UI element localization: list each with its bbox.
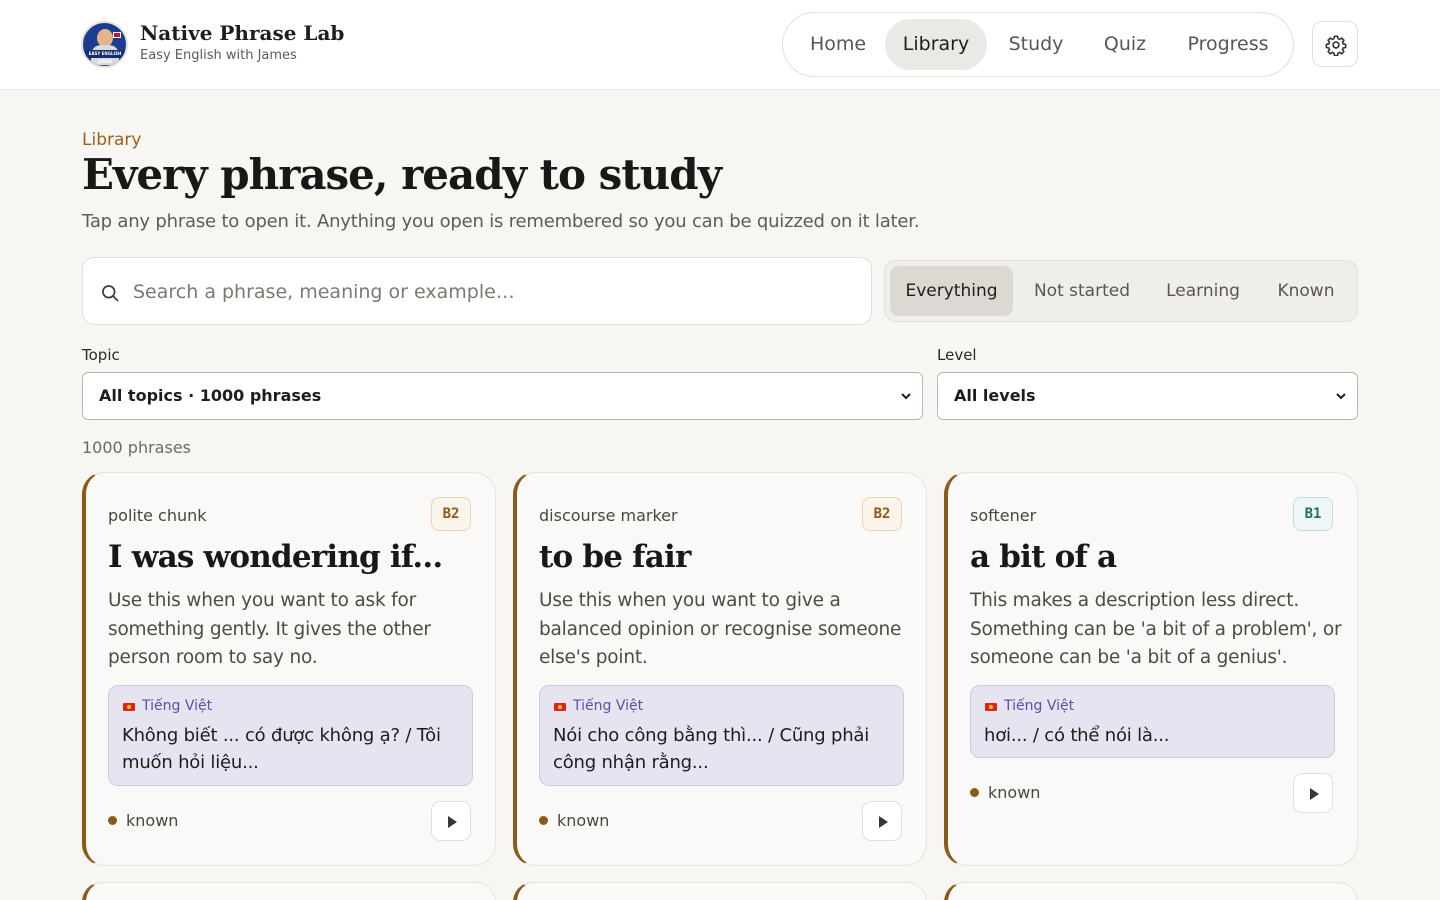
vietnamese-label: Tiếng Việt xyxy=(1004,698,1075,714)
chevron-down-icon xyxy=(1336,393,1346,400)
phrase-card[interactable]: discourse marker B2 to be fair Use this … xyxy=(513,472,927,866)
page-title: Every phrase, ready to study xyxy=(82,150,722,199)
phrase-card-partial[interactable] xyxy=(82,882,496,900)
vietnamese-translation: Tiếng Việt hơi... / có thể nói là... xyxy=(970,685,1335,758)
status-text: known xyxy=(988,783,1041,802)
phrase-kind: softener xyxy=(970,506,1037,525)
filter-learning[interactable]: Learning xyxy=(1153,266,1253,316)
nav-progress[interactable]: Progress xyxy=(1173,19,1283,70)
settings-button[interactable] xyxy=(1312,21,1358,67)
status-indicator: known xyxy=(539,811,609,830)
status-dot xyxy=(970,788,979,797)
phrase-kind: discourse marker xyxy=(539,506,678,525)
vietnamese-text: Nói cho công bằng thì... / Cũng phải côn… xyxy=(553,725,870,773)
status-text: known xyxy=(126,811,179,830)
filter-known[interactable]: Known xyxy=(1261,266,1351,316)
page-eyebrow: Library xyxy=(82,130,142,150)
phrase-description: Use this when you want to give a balance… xyxy=(539,590,902,668)
vietnamese-label: Tiếng Việt xyxy=(573,698,644,714)
level-select-value: All levels xyxy=(954,386,1036,405)
brand-subtitle: Easy English with James xyxy=(140,48,297,63)
phrase-text: to be fair xyxy=(539,539,691,575)
nav-quiz[interactable]: Quiz xyxy=(1087,19,1163,70)
vietnam-flag-icon xyxy=(123,703,135,711)
results-count: 1000 phrases xyxy=(82,438,191,457)
vietnamese-text: Không biết ... có được không ạ? / Tôi mu… xyxy=(122,725,441,773)
vietnamese-label: Tiếng Việt xyxy=(142,698,213,714)
top-bar: EASY ENGLISH JAMES Native Phrase Lab Eas… xyxy=(0,0,1440,90)
search-box xyxy=(82,257,872,325)
phrase-text: a bit of a xyxy=(970,539,1117,575)
status-text: known xyxy=(557,811,610,830)
topic-select[interactable]: All topics · 1000 phrases xyxy=(82,372,923,420)
phrase-card-partial[interactable] xyxy=(513,882,927,900)
phrase-description: Use this when you want to ask for someth… xyxy=(108,590,431,668)
play-audio-button[interactable] xyxy=(1293,773,1333,813)
level-badge: B1 xyxy=(1293,497,1333,531)
uk-flag-icon xyxy=(113,32,121,38)
vietnamese-translation: Tiếng Việt Không biết ... có được không … xyxy=(108,685,473,786)
phrase-card-partial[interactable] xyxy=(944,882,1358,900)
nav-home[interactable]: Home xyxy=(790,19,886,70)
status-dot xyxy=(539,816,548,825)
gear-icon xyxy=(1325,35,1347,56)
level-select[interactable]: All levels xyxy=(937,372,1358,420)
chevron-down-icon xyxy=(901,393,911,400)
level-label: Level xyxy=(937,346,977,364)
filter-everything[interactable]: Everything xyxy=(890,266,1013,316)
search-input[interactable] xyxy=(133,272,853,312)
phrase-kind: polite chunk xyxy=(108,506,207,525)
status-indicator: known xyxy=(108,811,178,830)
play-audio-button[interactable] xyxy=(862,801,902,841)
vietnam-flag-icon xyxy=(985,703,997,711)
brand-logo[interactable]: EASY ENGLISH JAMES xyxy=(81,21,128,68)
vietnamese-translation: Tiếng Việt Nói cho công bằng thì... / Cũ… xyxy=(539,685,904,786)
status-indicator: known xyxy=(970,783,1040,802)
nav-library[interactable]: Library xyxy=(885,19,987,70)
main-nav: Home Library Study Quiz Progress xyxy=(782,12,1294,77)
level-badge: B2 xyxy=(431,497,471,531)
filter-not-started[interactable]: Not started xyxy=(1019,266,1145,316)
status-dot xyxy=(108,816,117,825)
nav-study[interactable]: Study xyxy=(994,19,1078,70)
topic-label: Topic xyxy=(82,346,120,364)
page-description: Tap any phrase to open it. Anything you … xyxy=(82,211,920,232)
logo-band-text: EASY ENGLISH JAMES xyxy=(85,50,125,64)
search-icon xyxy=(102,285,119,302)
phrase-description: This makes a description less direct. So… xyxy=(970,590,1342,668)
status-filter: Everything Not started Learning Known xyxy=(884,260,1358,322)
topic-select-value: All topics · 1000 phrases xyxy=(99,386,322,405)
level-badge: B2 xyxy=(862,497,902,531)
phrase-card[interactable]: softener B1 a bit of a This makes a desc… xyxy=(944,472,1358,866)
vietnamese-text: hơi... / có thể nói là... xyxy=(984,725,1170,746)
play-audio-button[interactable] xyxy=(431,801,471,841)
vietnam-flag-icon xyxy=(554,703,566,711)
phrase-card[interactable]: polite chunk B2 I was wondering if... Us… xyxy=(82,472,496,866)
brand-title[interactable]: Native Phrase Lab xyxy=(140,21,344,45)
phrase-text: I was wondering if... xyxy=(108,539,443,575)
